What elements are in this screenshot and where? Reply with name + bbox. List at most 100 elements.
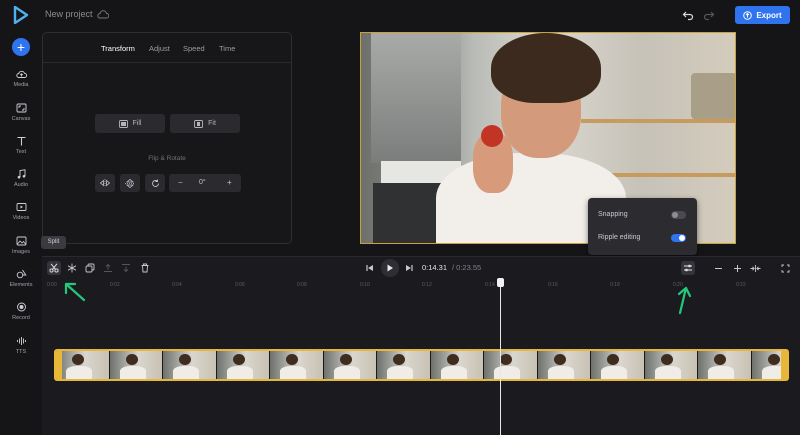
sidebar-item-label: Media — [13, 82, 29, 88]
clip-thumbnail — [591, 351, 645, 379]
fit-timeline-button[interactable] — [748, 261, 762, 275]
freeze-frame-button[interactable] — [65, 261, 79, 275]
clip-thumbnail — [484, 351, 538, 379]
app-logo-icon[interactable] — [13, 6, 29, 24]
clip-trim-handle-right[interactable] — [781, 351, 787, 379]
video-clip[interactable] — [54, 349, 789, 381]
clip-thumbnail — [109, 351, 163, 379]
rotation-decrement-button[interactable]: − — [178, 178, 183, 187]
undo-icon[interactable] — [682, 9, 694, 21]
fit-icon — [194, 119, 204, 128]
timeline-settings-button[interactable] — [681, 261, 695, 275]
rotation-stepper: − 0° + — [169, 174, 241, 192]
flip-vertical-icon — [125, 178, 135, 188]
music-note-icon — [17, 169, 25, 179]
image-icon — [16, 236, 26, 246]
ruler-tick-label: 0:22 — [736, 282, 746, 288]
clip-thumbnail — [270, 351, 324, 379]
cloud-upload-icon — [15, 70, 27, 78]
sidebar-item-tts[interactable]: TTS — [0, 336, 42, 355]
ruler-tick-label: 0:18 — [610, 282, 620, 288]
preview-apple — [481, 125, 503, 147]
clip-thumbnail — [644, 351, 698, 379]
skip-back-button[interactable] — [363, 261, 377, 275]
layer-up-icon — [104, 263, 112, 272]
clip-thumbnail — [216, 351, 270, 379]
fill-button[interactable]: Fill — [95, 114, 165, 133]
move-down-button[interactable] — [119, 261, 133, 275]
left-sidebar: + Media Canvas Text Audio Videos Images … — [0, 30, 42, 435]
clip-trim-handle-left[interactable] — [56, 351, 62, 379]
zoom-out-button[interactable] — [711, 261, 725, 275]
split-button[interactable] — [47, 261, 61, 275]
clip-thumbnail — [430, 351, 484, 379]
play-button[interactable] — [381, 259, 399, 277]
sidebar-item-videos[interactable]: Videos — [0, 202, 42, 221]
plus-icon — [733, 264, 741, 272]
panel-tabs: Transform Adjust Speed Time — [43, 33, 291, 63]
shapes-icon — [16, 269, 27, 279]
total-time: / 0:23.55 — [452, 263, 482, 272]
clip-thumbnail — [56, 351, 110, 379]
sidebar-item-record[interactable]: Record — [0, 302, 42, 321]
tab-adjust[interactable]: Adjust — [149, 44, 170, 53]
skip-forward-button[interactable] — [402, 261, 416, 275]
rotation-value[interactable]: 0° — [199, 179, 206, 186]
sidebar-item-label: Text — [15, 149, 27, 155]
zoom-in-button[interactable] — [730, 261, 744, 275]
export-button[interactable]: Export — [735, 6, 790, 24]
clip-thumbnail — [537, 351, 591, 379]
sidebar-item-label: Canvas — [11, 116, 31, 122]
clip-thumbnail — [377, 351, 431, 379]
redo-icon[interactable] — [703, 9, 715, 21]
sidebar-item-canvas[interactable]: Canvas — [0, 103, 42, 122]
sidebar-item-label: Audio — [13, 182, 29, 188]
sidebar-item-text[interactable]: Text — [0, 136, 42, 155]
video-icon — [16, 203, 26, 211]
delete-button[interactable] — [138, 261, 152, 275]
sidebar-item-media[interactable]: Media — [0, 69, 42, 88]
project-name[interactable]: New project — [45, 9, 93, 19]
properties-panel: Transform Adjust Speed Time Fill Fit Fli… — [42, 32, 292, 244]
sidebar-item-label: Videos — [12, 215, 30, 221]
clip-thumbnail — [163, 351, 217, 379]
duplicate-button[interactable] — [83, 261, 97, 275]
fit-width-icon — [750, 264, 760, 272]
sidebar-item-label: Elements — [9, 282, 33, 288]
skip-back-icon — [366, 265, 373, 271]
flip-horizontal-button[interactable] — [95, 174, 115, 192]
ruler-tick-label: 0:08 — [297, 282, 307, 288]
ruler-tick-label: 0:00 — [47, 282, 57, 288]
rotate-button[interactable] — [145, 174, 165, 192]
preview-jars — [691, 73, 735, 119]
fullscreen-button[interactable] — [778, 261, 792, 275]
fit-button[interactable]: Fit — [170, 114, 240, 133]
ruler-tick-label: 0:16 — [548, 282, 558, 288]
tab-time[interactable]: Time — [219, 44, 235, 53]
fill-icon — [118, 119, 128, 128]
tab-speed[interactable]: Speed — [183, 44, 205, 53]
ruler-tick-label: 0:02 — [110, 282, 120, 288]
add-media-button[interactable]: + — [12, 38, 30, 56]
snapping-toggle[interactable] — [671, 211, 686, 219]
fill-label: Fill — [132, 120, 142, 127]
annotation-arrow-icon — [677, 286, 692, 315]
flip-vertical-button[interactable] — [120, 174, 140, 192]
trash-icon — [141, 263, 149, 273]
cloud-sync-icon — [97, 10, 109, 19]
clip-thumbnail — [698, 351, 752, 379]
ripple-editing-toggle[interactable] — [671, 234, 686, 242]
tab-transform[interactable]: Transform — [101, 44, 135, 53]
canvas-icon — [16, 103, 26, 113]
move-up-button[interactable] — [101, 261, 115, 275]
rotation-increment-button[interactable]: + — [227, 178, 232, 187]
top-bar: New project Export — [0, 0, 800, 30]
preview-person-hair — [491, 33, 601, 103]
snowflake-icon — [67, 263, 77, 273]
sidebar-item-label: Record — [12, 315, 30, 321]
sidebar-item-elements[interactable]: Elements — [0, 269, 42, 288]
sidebar-item-images[interactable]: Images — [0, 236, 42, 255]
sidebar-item-audio[interactable]: Audio — [0, 169, 42, 188]
playhead-handle[interactable] — [497, 278, 504, 287]
playhead-line — [500, 278, 501, 435]
